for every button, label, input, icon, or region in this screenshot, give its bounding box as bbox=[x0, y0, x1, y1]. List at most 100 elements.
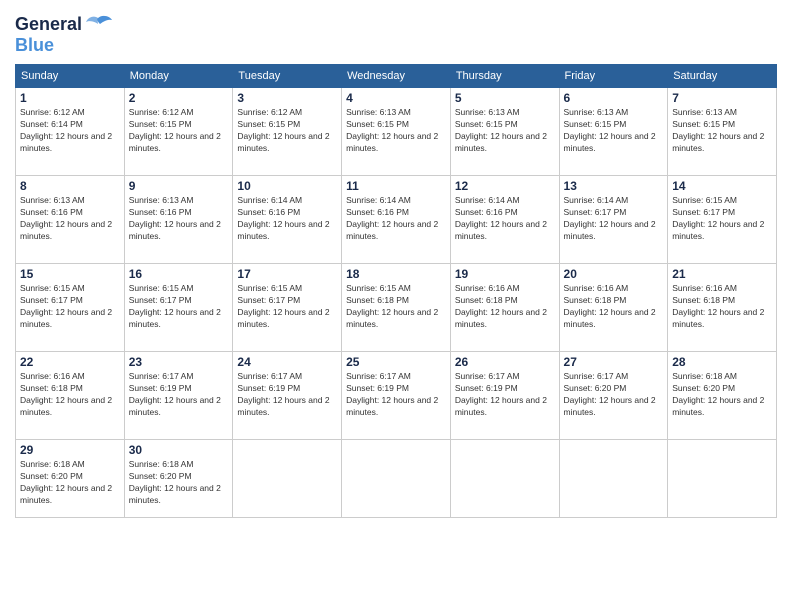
day-info: Sunrise: 6:14 AMSunset: 6:17 PMDaylight:… bbox=[564, 195, 664, 243]
table-row: 13 Sunrise: 6:14 AMSunset: 6:17 PMDayligh… bbox=[559, 176, 668, 264]
day-info: Sunrise: 6:15 AMSunset: 6:17 PMDaylight:… bbox=[237, 283, 337, 331]
day-number: 20 bbox=[564, 267, 664, 281]
day-info: Sunrise: 6:17 AMSunset: 6:19 PMDaylight:… bbox=[455, 371, 555, 419]
day-info: Sunrise: 6:13 AMSunset: 6:16 PMDaylight:… bbox=[20, 195, 120, 243]
table-row: 2 Sunrise: 6:12 AMSunset: 6:15 PMDaylight… bbox=[124, 88, 233, 176]
day-number: 16 bbox=[129, 267, 229, 281]
table-row: 27Sunrise: 6:17 AMSunset: 6:20 PMDayligh… bbox=[559, 352, 668, 440]
day-info: Sunrise: 6:16 AMSunset: 6:18 PMDaylight:… bbox=[455, 283, 555, 331]
day-info: Sunrise: 6:12 AMSunset: 6:15 PMDaylight:… bbox=[237, 107, 337, 155]
calendar-week-row: 29 Sunrise: 6:18 AMSunset: 6:20 PMDayligh… bbox=[16, 440, 777, 518]
day-info: Sunrise: 6:14 AMSunset: 6:16 PMDaylight:… bbox=[237, 195, 337, 243]
day-info: Sunrise: 6:13 AMSunset: 6:16 PMDaylight:… bbox=[129, 195, 229, 243]
table-row bbox=[668, 440, 777, 518]
day-info: Sunrise: 6:14 AMSunset: 6:16 PMDaylight:… bbox=[346, 195, 446, 243]
logo-general-text: General bbox=[15, 14, 82, 35]
day-number: 28 bbox=[672, 355, 772, 369]
day-info: Sunrise: 6:15 AMSunset: 6:17 PMDaylight:… bbox=[129, 283, 229, 331]
day-info: Sunrise: 6:18 AMSunset: 6:20 PMDaylight:… bbox=[129, 459, 229, 507]
col-monday: Monday bbox=[124, 65, 233, 88]
table-row: 3 Sunrise: 6:12 AMSunset: 6:15 PMDaylight… bbox=[233, 88, 342, 176]
table-row: 8Sunrise: 6:13 AMSunset: 6:16 PMDaylight… bbox=[16, 176, 125, 264]
table-row: 16 Sunrise: 6:15 AMSunset: 6:17 PMDayligh… bbox=[124, 264, 233, 352]
calendar-week-row: 1 Sunrise: 6:12 AMSunset: 6:14 PMDaylight… bbox=[16, 88, 777, 176]
table-row bbox=[233, 440, 342, 518]
table-row bbox=[559, 440, 668, 518]
table-row: 28 Sunrise: 6:18 AMSunset: 6:20 PMDayligh… bbox=[668, 352, 777, 440]
day-info: Sunrise: 6:15 AMSunset: 6:17 PMDaylight:… bbox=[672, 195, 772, 243]
page: General Blue Sunday Monday Tuesday Wedne… bbox=[0, 0, 792, 612]
day-number: 4 bbox=[346, 91, 446, 105]
table-row: 1 Sunrise: 6:12 AMSunset: 6:14 PMDaylight… bbox=[16, 88, 125, 176]
calendar-week-row: 22 Sunrise: 6:16 AMSunset: 6:18 PMDayligh… bbox=[16, 352, 777, 440]
day-info: Sunrise: 6:17 AMSunset: 6:19 PMDaylight:… bbox=[346, 371, 446, 419]
day-info: Sunrise: 6:16 AMSunset: 6:18 PMDaylight:… bbox=[672, 283, 772, 331]
logo-blue-text: Blue bbox=[15, 35, 54, 55]
day-number: 11 bbox=[346, 179, 446, 193]
table-row: 21 Sunrise: 6:16 AMSunset: 6:18 PMDayligh… bbox=[668, 264, 777, 352]
day-number: 5 bbox=[455, 91, 555, 105]
day-info: Sunrise: 6:15 AMSunset: 6:18 PMDaylight:… bbox=[346, 283, 446, 331]
table-row: 20Sunrise: 6:16 AMSunset: 6:18 PMDayligh… bbox=[559, 264, 668, 352]
day-info: Sunrise: 6:14 AMSunset: 6:16 PMDaylight:… bbox=[455, 195, 555, 243]
table-row: 5 Sunrise: 6:13 AMSunset: 6:15 PMDaylight… bbox=[450, 88, 559, 176]
day-number: 6 bbox=[564, 91, 664, 105]
table-row: 4Sunrise: 6:13 AMSunset: 6:15 PMDaylight… bbox=[342, 88, 451, 176]
day-number: 17 bbox=[237, 267, 337, 281]
table-row: 7Sunrise: 6:13 AMSunset: 6:15 PMDaylight… bbox=[668, 88, 777, 176]
table-row: 25Sunrise: 6:17 AMSunset: 6:19 PMDayligh… bbox=[342, 352, 451, 440]
calendar-week-row: 15 Sunrise: 6:15 AMSunset: 6:17 PMDayligh… bbox=[16, 264, 777, 352]
table-row: 24Sunrise: 6:17 AMSunset: 6:19 PMDayligh… bbox=[233, 352, 342, 440]
day-number: 29 bbox=[20, 443, 120, 457]
day-number: 13 bbox=[564, 179, 664, 193]
table-row: 18 Sunrise: 6:15 AMSunset: 6:18 PMDayligh… bbox=[342, 264, 451, 352]
table-row: 26Sunrise: 6:17 AMSunset: 6:19 PMDayligh… bbox=[450, 352, 559, 440]
day-number: 23 bbox=[129, 355, 229, 369]
col-thursday: Thursday bbox=[450, 65, 559, 88]
day-number: 18 bbox=[346, 267, 446, 281]
col-tuesday: Tuesday bbox=[233, 65, 342, 88]
day-number: 19 bbox=[455, 267, 555, 281]
table-row: 29Sunrise: 6:18 AMSunset: 6:20 PMDayligh… bbox=[16, 440, 125, 518]
day-number: 27 bbox=[564, 355, 664, 369]
table-row bbox=[342, 440, 451, 518]
day-number: 10 bbox=[237, 179, 337, 193]
table-row bbox=[450, 440, 559, 518]
day-number: 1 bbox=[20, 91, 120, 105]
day-number: 14 bbox=[672, 179, 772, 193]
table-row: 10 Sunrise: 6:14 AMSunset: 6:16 PMDayligh… bbox=[233, 176, 342, 264]
table-row: 6 Sunrise: 6:13 AMSunset: 6:15 PMDaylight… bbox=[559, 88, 668, 176]
day-number: 3 bbox=[237, 91, 337, 105]
col-wednesday: Wednesday bbox=[342, 65, 451, 88]
table-row: 9 Sunrise: 6:13 AMSunset: 6:16 PMDaylight… bbox=[124, 176, 233, 264]
day-number: 30 bbox=[129, 443, 229, 457]
logo: General Blue bbox=[15, 10, 112, 56]
day-number: 24 bbox=[237, 355, 337, 369]
table-row: 11 Sunrise: 6:14 AMSunset: 6:16 PMDayligh… bbox=[342, 176, 451, 264]
col-sunday: Sunday bbox=[16, 65, 125, 88]
table-row: 14 Sunrise: 6:15 AMSunset: 6:17 PMDayligh… bbox=[668, 176, 777, 264]
calendar-table: Sunday Monday Tuesday Wednesday Thursday… bbox=[15, 64, 777, 518]
calendar-header-row: Sunday Monday Tuesday Wednesday Thursday… bbox=[16, 65, 777, 88]
table-row: 23 Sunrise: 6:17 AMSunset: 6:19 PMDayligh… bbox=[124, 352, 233, 440]
table-row: 30 Sunrise: 6:18 AMSunset: 6:20 PMDayligh… bbox=[124, 440, 233, 518]
day-number: 21 bbox=[672, 267, 772, 281]
day-info: Sunrise: 6:16 AMSunset: 6:18 PMDaylight:… bbox=[20, 371, 120, 419]
day-info: Sunrise: 6:12 AMSunset: 6:14 PMDaylight:… bbox=[20, 107, 120, 155]
day-info: Sunrise: 6:12 AMSunset: 6:15 PMDaylight:… bbox=[129, 107, 229, 155]
calendar-week-row: 8Sunrise: 6:13 AMSunset: 6:16 PMDaylight… bbox=[16, 176, 777, 264]
day-info: Sunrise: 6:13 AMSunset: 6:15 PMDaylight:… bbox=[672, 107, 772, 155]
table-row: 19 Sunrise: 6:16 AMSunset: 6:18 PMDayligh… bbox=[450, 264, 559, 352]
day-number: 2 bbox=[129, 91, 229, 105]
day-info: Sunrise: 6:17 AMSunset: 6:19 PMDaylight:… bbox=[129, 371, 229, 419]
day-info: Sunrise: 6:13 AMSunset: 6:15 PMDaylight:… bbox=[564, 107, 664, 155]
table-row: 15 Sunrise: 6:15 AMSunset: 6:17 PMDayligh… bbox=[16, 264, 125, 352]
day-info: Sunrise: 6:18 AMSunset: 6:20 PMDaylight:… bbox=[672, 371, 772, 419]
table-row: 17 Sunrise: 6:15 AMSunset: 6:17 PMDayligh… bbox=[233, 264, 342, 352]
table-row: 22 Sunrise: 6:16 AMSunset: 6:18 PMDayligh… bbox=[16, 352, 125, 440]
day-number: 22 bbox=[20, 355, 120, 369]
day-number: 15 bbox=[20, 267, 120, 281]
day-info: Sunrise: 6:15 AMSunset: 6:17 PMDaylight:… bbox=[20, 283, 120, 331]
day-number: 9 bbox=[129, 179, 229, 193]
day-info: Sunrise: 6:13 AMSunset: 6:15 PMDaylight:… bbox=[455, 107, 555, 155]
